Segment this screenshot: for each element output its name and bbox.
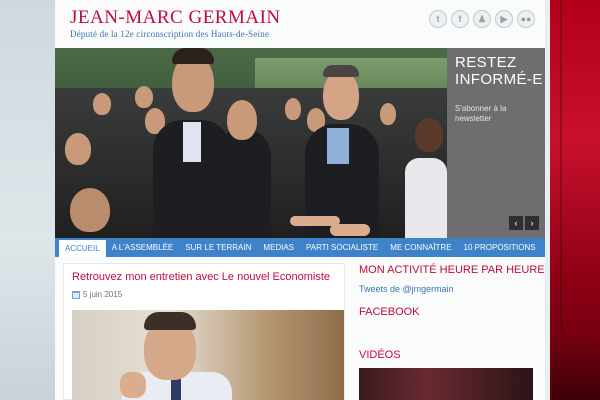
nav-item-terrain[interactable]: SUR LE TERRAIN [179,238,257,257]
activity-heading: MON ACTIVITÉ HEURE PAR HEURE [359,264,545,276]
tweets-link[interactable]: Tweets de @jmgermain [359,284,454,294]
post-card: Retrouvez mon entretien avec Le nouvel E… [63,263,345,400]
nav-item-parti-socialiste[interactable]: PARTI SOCIALISTE [300,238,384,257]
newsletter-headline: RESTEZ INFORMÉ-E [455,54,543,88]
flickr-icon[interactable]: ●● [517,10,535,28]
nav-item-10-propositions[interactable]: 10 PROPOSITIONS [458,238,542,257]
nav-item-accueil[interactable]: ACCUEIL [59,240,106,257]
nav-item-assemblee[interactable]: A L'ASSEMBLÉE [106,238,180,257]
people-icon[interactable]: ♟ [473,10,491,28]
page-container: JEAN-MARC GERMAIN Député de la 12e circo… [55,0,545,400]
site-title[interactable]: JEAN-MARC GERMAIN [70,7,281,29]
post-image[interactable] [72,310,344,400]
site-header: JEAN-MARC GERMAIN Député de la 12e circo… [55,0,545,48]
post-date: 5 juin 2015 [72,290,122,299]
newsletter-subscribe-link[interactable]: S'abonner à la newsletter [455,104,539,124]
nav-item-medias[interactable]: MEDIAS [257,238,300,257]
nav-item-me-connaitre[interactable]: ME CONNAÎTRE [384,238,457,257]
slider-prev-button[interactable]: ‹ [509,216,523,230]
videos-heading: VIDÉOS [359,349,401,361]
newsletter-promo[interactable]: RESTEZ INFORMÉ-E S'abonner à la newslett… [447,48,545,238]
youtube-icon[interactable]: ▶ [495,10,513,28]
post-title-link[interactable]: Retrouvez mon entretien avec Le nouvel E… [72,271,330,283]
facebook-icon[interactable]: f [451,10,469,28]
post-date-text: 5 juin 2015 [83,290,123,299]
social-links: t f ♟ ▶ ●● [429,10,535,28]
main-nav: ACCUEIL A L'ASSEMBLÉE SUR LE TERRAIN MED… [55,238,545,257]
twitter-icon[interactable]: t [429,10,447,28]
facebook-heading: FACEBOOK [359,306,420,318]
background-left [0,0,55,400]
slider-controls: ‹ › [509,216,539,230]
hero-slider-image[interactable] [55,48,447,238]
site-subtitle: Député de la 12e circonscription des Hau… [70,29,270,39]
calendar-icon [72,290,80,299]
background-right [544,0,600,400]
slider-next-button[interactable]: › [525,216,539,230]
video-thumbnail[interactable] [359,368,533,400]
